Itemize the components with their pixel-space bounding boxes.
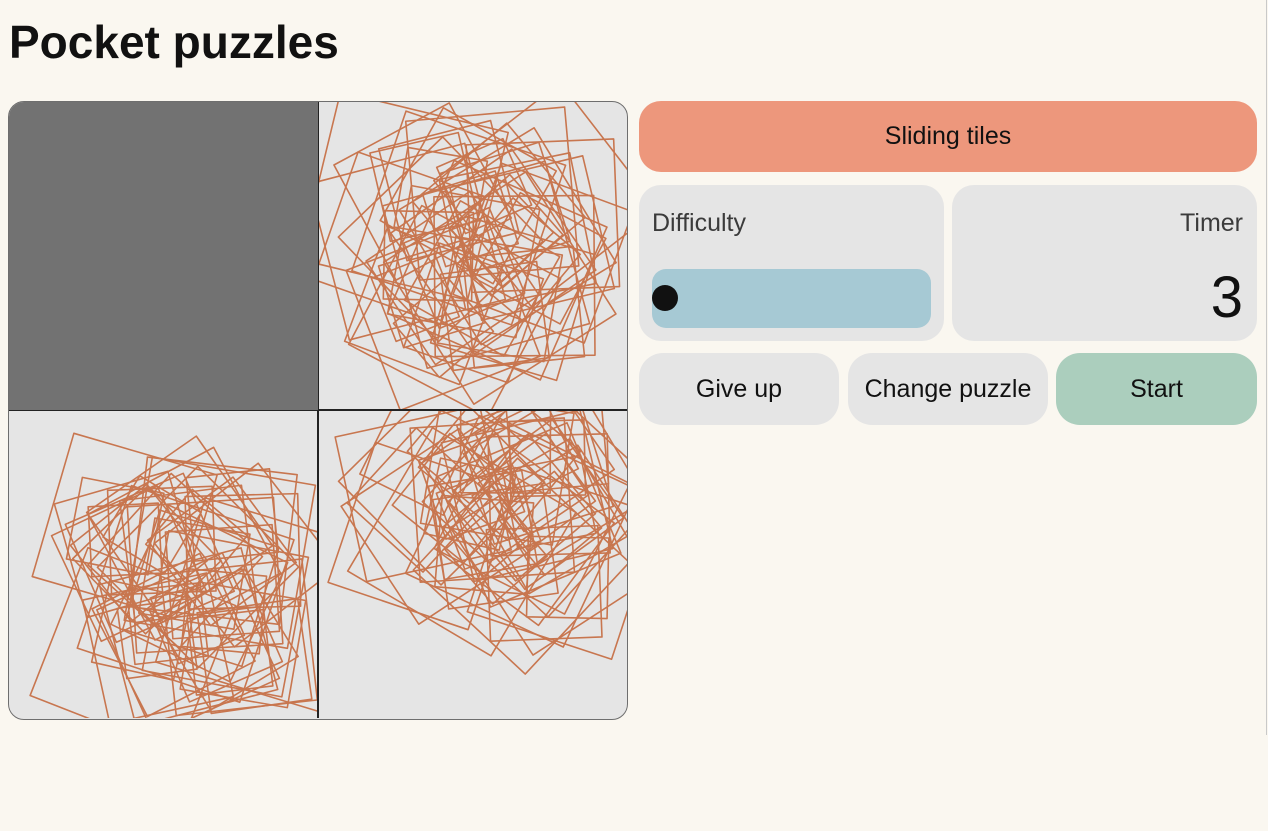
timer-label: Timer (1180, 209, 1243, 237)
difficulty-label: Difficulty (652, 209, 747, 237)
timer-card: Timer 3 (952, 185, 1257, 341)
timer-value: 3 (1210, 265, 1243, 330)
pattern-square (369, 131, 480, 243)
window-edge (1266, 0, 1267, 735)
difficulty-card: Difficulty (639, 185, 944, 341)
star-pattern-image (319, 102, 627, 409)
change-puzzle-button[interactable]: Change puzzle (848, 353, 1048, 425)
difficulty-slider-thumb[interactable] (652, 285, 678, 311)
puzzle-tile-top-right[interactable] (318, 102, 627, 410)
give-up-button[interactable]: Give up (639, 353, 839, 425)
page-title: Pocket puzzles (9, 16, 339, 68)
difficulty-slider[interactable] (652, 269, 931, 328)
star-pattern-image (29, 432, 317, 718)
start-button[interactable]: Start (1056, 353, 1257, 425)
empty-tile-slot (9, 102, 318, 410)
puzzle-tile-bottom-left[interactable] (9, 410, 318, 718)
star-pattern-image (327, 411, 627, 675)
puzzle-mode-button[interactable]: Sliding tiles (639, 101, 1257, 172)
puzzle-board (8, 101, 628, 720)
puzzle-tile-bottom-right[interactable] (318, 410, 627, 718)
